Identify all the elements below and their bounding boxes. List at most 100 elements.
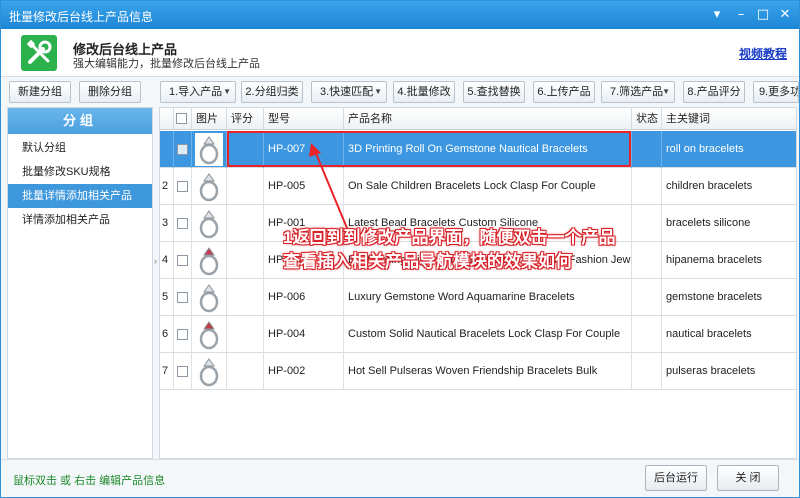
ring-thumbnail-icon bbox=[195, 170, 223, 203]
row-keyword: hipanema bracelets bbox=[662, 242, 796, 279]
header-status[interactable]: 状态 bbox=[632, 108, 662, 130]
annotation-line2: 查看插入相关产品导航模块的效果如何 bbox=[283, 252, 572, 271]
row-status bbox=[632, 316, 662, 353]
annotation-line1: 1返回到到修改产品界面，随便双击一个产品 bbox=[283, 228, 616, 247]
row-select[interactable] bbox=[174, 131, 192, 168]
group-item-default[interactable]: 默认分组 bbox=[8, 136, 152, 160]
table-row[interactable]: 7 HP-002 Hot Sell Pulseras Woven Friendshi… bbox=[160, 353, 796, 390]
quick-match-label: 3.快速匹配 bbox=[320, 86, 374, 98]
row-keyword: bracelets silicone bbox=[662, 205, 796, 242]
select-all-checkbox[interactable] bbox=[176, 113, 187, 124]
header-product-name[interactable]: 产品名称 bbox=[344, 108, 632, 130]
maximize-icon[interactable]: □ bbox=[753, 5, 773, 25]
ring-thumbnail-icon bbox=[195, 281, 223, 314]
product-rating-button[interactable]: 8.产品评分 bbox=[683, 81, 745, 103]
row-checkbox[interactable] bbox=[177, 366, 188, 377]
row-status bbox=[632, 242, 662, 279]
table-row[interactable]: 5 HP-006 Luxury Gemstone Word Aquamarine B… bbox=[160, 279, 796, 316]
row-score bbox=[227, 353, 264, 390]
quick-match-button[interactable]: 3.快速匹配 ▼ bbox=[311, 81, 387, 103]
upload-products-button[interactable]: 6.上传产品 bbox=[533, 81, 595, 103]
ring-thumbnail-icon bbox=[195, 133, 223, 166]
header-banner: 修改后台线上产品 强大编辑能力，批量修改后台线上产品 视频教程 bbox=[1, 29, 799, 77]
window-title: 批量修改后台线上产品信息 bbox=[9, 10, 154, 24]
status-bar: 鼠标双击 或 右击 编辑产品信息 后台运行 关 闭 bbox=[1, 459, 799, 497]
ring-thumbnail-icon bbox=[195, 244, 223, 277]
row-select[interactable] bbox=[174, 316, 192, 353]
row-keyword: children bracelets bbox=[662, 168, 796, 205]
table-row[interactable]: 6 HP-004 Custom Solid Nautical Bracelets L… bbox=[160, 316, 796, 353]
row-score bbox=[227, 168, 264, 205]
group-item-sku[interactable]: 批量修改SKU规格 bbox=[8, 160, 152, 184]
delete-group-button[interactable]: 删除分组 bbox=[79, 81, 141, 103]
row-number: 2 bbox=[160, 168, 174, 205]
group-assign-button[interactable]: 2.分组归类 bbox=[241, 81, 303, 103]
group-item-batch-related[interactable]: 批量详情添加相关产品 bbox=[8, 184, 152, 208]
import-products-label: 1.导入产品 bbox=[169, 86, 223, 98]
import-products-button[interactable]: 1.导入产品 ▼ bbox=[160, 81, 236, 103]
row-number: 5 bbox=[160, 279, 174, 316]
more-functions-button[interactable]: 9.更多功 bbox=[753, 81, 799, 103]
row-select[interactable] bbox=[174, 242, 192, 279]
header-score[interactable]: 评分 bbox=[227, 108, 264, 130]
row-checkbox[interactable] bbox=[177, 292, 188, 303]
header-model[interactable]: 型号 bbox=[264, 108, 344, 130]
batch-edit-button[interactable]: 4.批量修改 bbox=[393, 81, 455, 103]
close-button[interactable]: 关 闭 bbox=[717, 465, 779, 491]
product-image bbox=[192, 353, 227, 390]
row-checkbox[interactable] bbox=[177, 255, 188, 266]
row-select[interactable] bbox=[174, 168, 192, 205]
row-number bbox=[160, 131, 174, 168]
row-score bbox=[227, 242, 264, 279]
row-select[interactable] bbox=[174, 353, 192, 390]
row-status bbox=[632, 279, 662, 316]
row-status bbox=[632, 131, 662, 168]
product-image bbox=[192, 316, 227, 353]
header-image[interactable]: 图片 bbox=[192, 108, 227, 130]
group-panel: 分组 默认分组 批量修改SKU规格 批量详情添加相关产品 详情添加相关产品 bbox=[7, 107, 153, 459]
table-header: 图片 评分 型号 产品名称 状态 主关键词 bbox=[160, 108, 796, 130]
run-background-button[interactable]: 后台运行 bbox=[645, 465, 707, 491]
row-number: 4 bbox=[160, 242, 174, 279]
dropdown-arrow-icon: ▼ bbox=[374, 87, 382, 96]
filter-products-button[interactable]: 7.筛选产品 ▼ bbox=[601, 81, 675, 103]
row-product-name: Luxury Gemstone Word Aquamarine Bracelet… bbox=[344, 279, 632, 316]
row-score bbox=[227, 316, 264, 353]
minimize-icon[interactable]: – bbox=[731, 5, 751, 25]
row-model: HP-004 bbox=[264, 316, 344, 353]
row-select[interactable] bbox=[174, 205, 192, 242]
group-item-related[interactable]: 详情添加相关产品 bbox=[8, 208, 152, 232]
app-window: 批量修改后台线上产品信息 ▾ – □ ✕ 修改后台线上产品 强大编辑能力，批量修… bbox=[0, 0, 800, 498]
new-group-button[interactable]: 新建分组 bbox=[9, 81, 71, 103]
product-image bbox=[192, 205, 227, 242]
row-number: 7 bbox=[160, 353, 174, 390]
row-model: HP-002 bbox=[264, 353, 344, 390]
header-rownum bbox=[160, 108, 174, 130]
row-checkbox[interactable] bbox=[177, 218, 188, 229]
row-checkbox[interactable] bbox=[177, 181, 188, 192]
status-hint: 鼠标双击 或 右击 编辑产品信息 bbox=[13, 475, 166, 487]
row-keyword: pulseras bracelets bbox=[662, 353, 796, 390]
table-row[interactable]: 2 HP-005 On Sale Children Bracelets Lock C… bbox=[160, 168, 796, 205]
page-subtitle: 强大编辑能力，批量修改后台线上产品 bbox=[73, 58, 260, 70]
title-bar[interactable]: 批量修改后台线上产品信息 ▾ – □ ✕ bbox=[1, 1, 799, 29]
row-status bbox=[632, 168, 662, 205]
row-keyword: nautical bracelets bbox=[662, 316, 796, 353]
ring-thumbnail-icon bbox=[195, 207, 223, 240]
ring-thumbnail-icon bbox=[195, 355, 223, 388]
row-checkbox[interactable] bbox=[177, 329, 188, 340]
close-icon[interactable]: ✕ bbox=[775, 5, 795, 25]
row-product-name: Hot Sell Pulseras Woven Friendship Brace… bbox=[344, 353, 632, 390]
find-replace-button[interactable]: 5.查找替换 bbox=[463, 81, 525, 103]
menu-arrow-icon[interactable]: ▾ bbox=[707, 5, 727, 25]
row-product-name: On Sale Children Bracelets Lock Clasp Fo… bbox=[344, 168, 632, 205]
row-number: 3 bbox=[160, 205, 174, 242]
row-status bbox=[632, 205, 662, 242]
row-select[interactable] bbox=[174, 279, 192, 316]
row-score bbox=[227, 205, 264, 242]
row-checkbox[interactable] bbox=[177, 144, 188, 155]
header-select-all[interactable] bbox=[174, 108, 192, 130]
panel-splitter-handle[interactable]: › bbox=[154, 256, 157, 266]
header-keyword[interactable]: 主关键词 bbox=[662, 108, 796, 130]
video-tutorial-link[interactable]: 视频教程 bbox=[739, 45, 787, 62]
